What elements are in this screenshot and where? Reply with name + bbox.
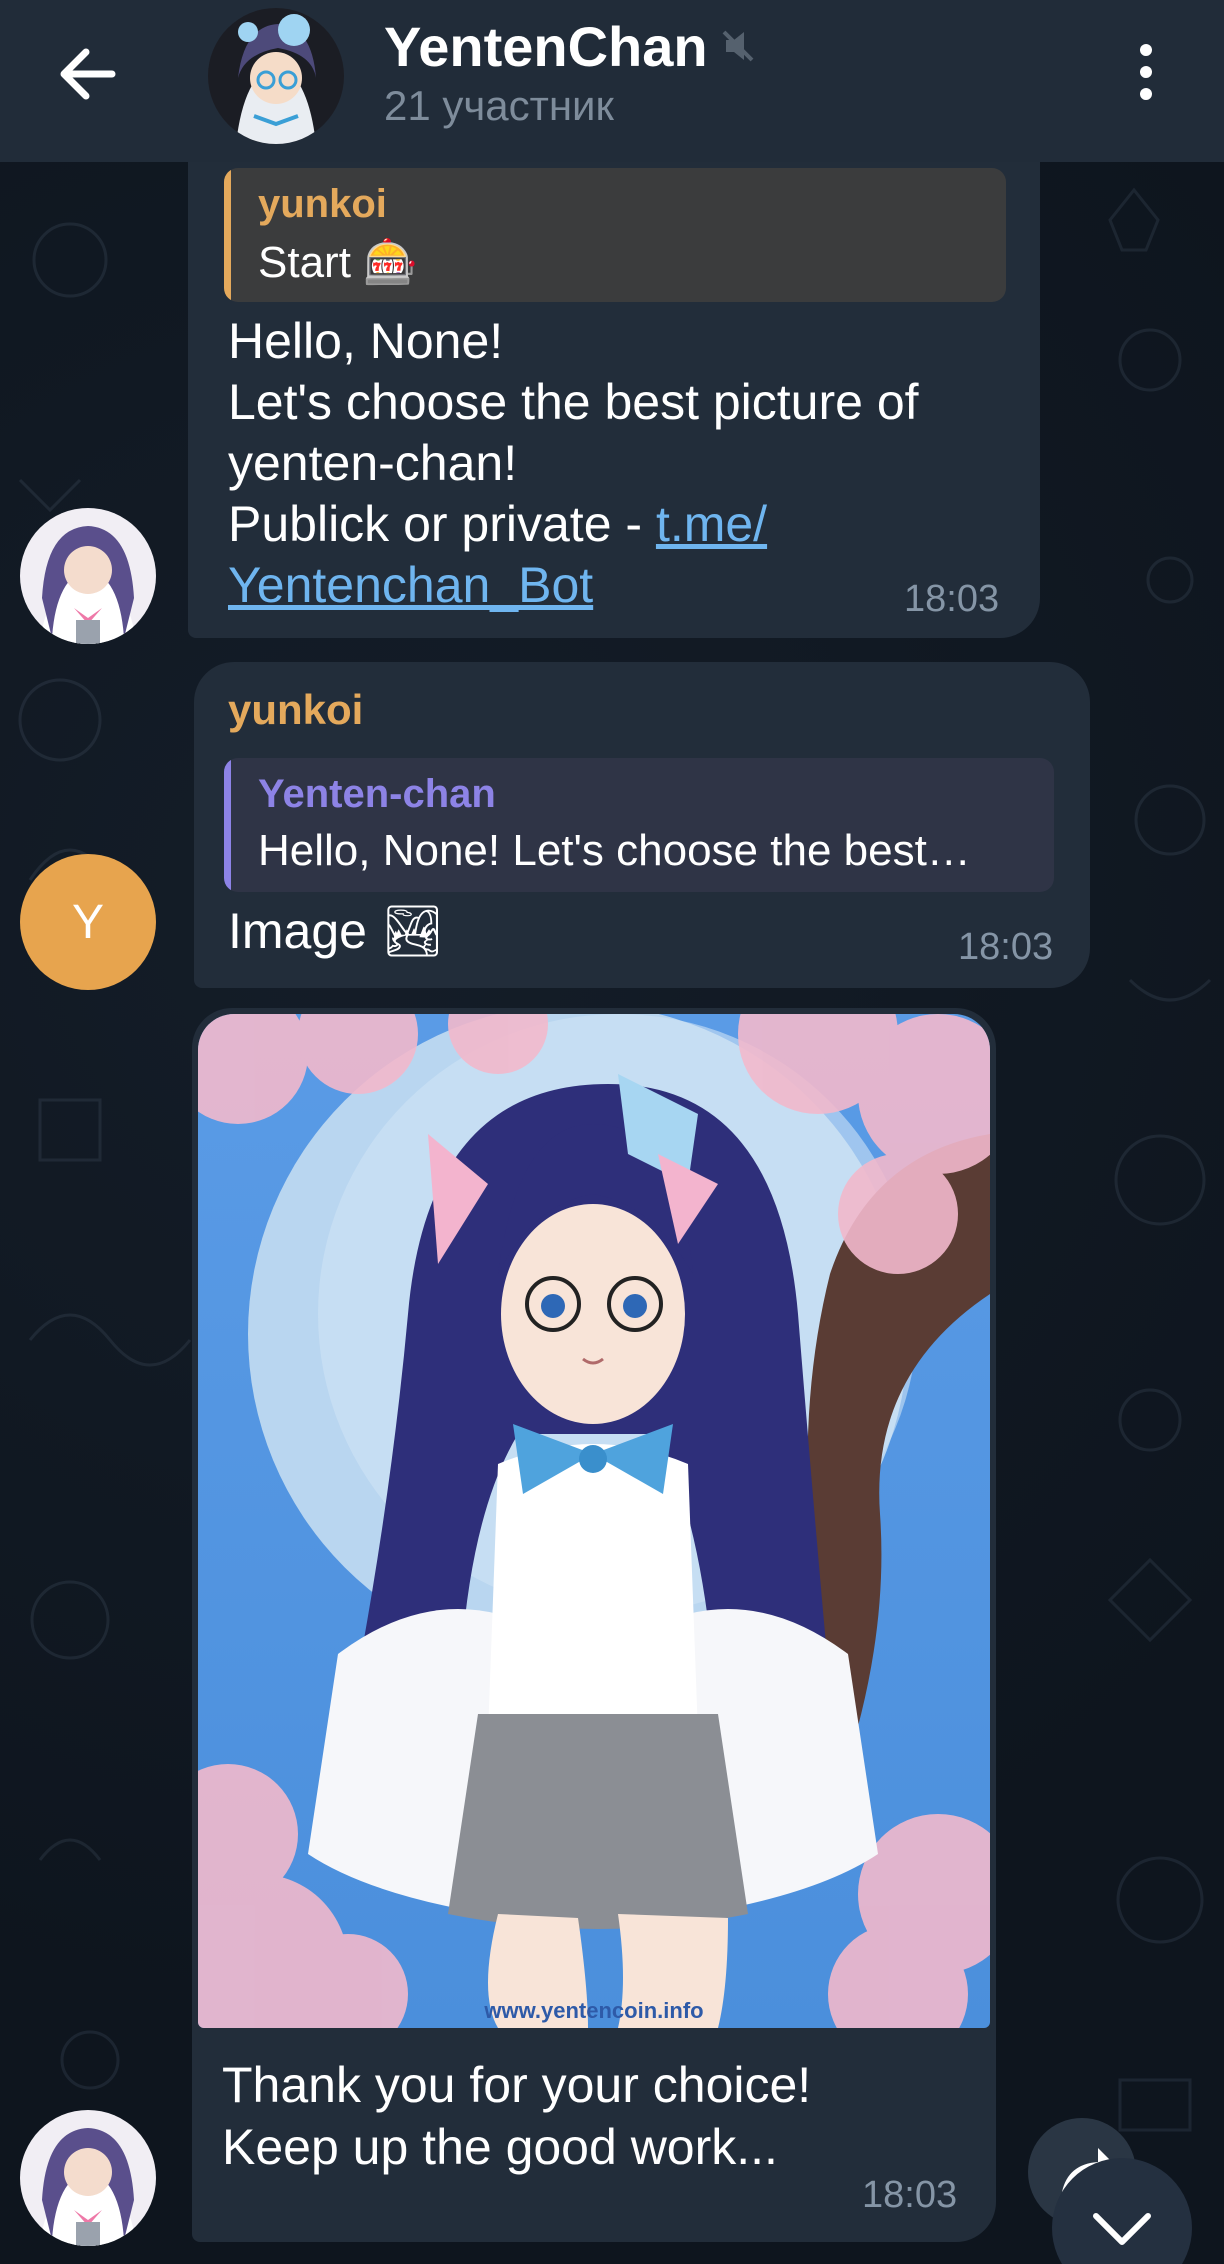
mute-icon (722, 30, 754, 62)
bot-avatar[interactable] (20, 508, 156, 644)
message-time: 18:03 (904, 578, 1000, 620)
reply-accent-bar (224, 168, 231, 302)
message-text-line: yenten-chan! (228, 435, 518, 491)
bot-avatar[interactable] (20, 2110, 156, 2246)
message-photo[interactable]: www.yentencoin.info (198, 1014, 990, 2028)
reply-quote[interactable]: yunkoi Start 🎰 (224, 168, 1006, 302)
avatar-letter: Y (71, 895, 104, 949)
message-text-line: Keep up the good work... (222, 2119, 778, 2175)
message-bubble-bot[interactable]: yunkoi Start 🎰 Hello, None! Let's choose… (188, 110, 1040, 638)
chat-avatar-image (208, 8, 344, 144)
reply-sender: yunkoi (258, 182, 387, 226)
photo-watermark: www.yentencoin.info (483, 1998, 703, 2023)
message-bubble-user[interactable]: yunkoi Yenten-chan Hello, None! Let's ch… (194, 662, 1090, 988)
bot-avatar-image (20, 508, 156, 644)
message-time: 18:03 (958, 926, 1054, 968)
reply-sender: Yenten-chan (258, 772, 496, 816)
reply-quote[interactable]: Yenten-chan Hello, None! Let's choose th… (224, 758, 1054, 892)
bot-avatar-image (20, 2110, 156, 2246)
anime-girl-image: www.yentencoin.info (198, 1014, 990, 2028)
user-avatar[interactable]: Y (20, 854, 156, 990)
more-menu-button[interactable] (1124, 36, 1168, 108)
member-count: 21 участник (384, 82, 614, 129)
back-button[interactable] (52, 38, 124, 110)
message-text-line: Thank you for your choice! (222, 2057, 812, 2113)
reply-text: Start 🎰 (258, 238, 418, 287)
message-text-line: Publick or private - t.me/ (228, 495, 767, 553)
message-text-line: Hello, None! (228, 313, 504, 369)
chat-avatar[interactable] (208, 8, 344, 144)
message-text: Publick or private - (228, 496, 656, 552)
more-vertical-icon (1140, 44, 1152, 100)
chevron-down-icon (1093, 2213, 1151, 2245)
sender-name[interactable]: yunkoi (228, 686, 363, 734)
message-text: Image 🏞 (228, 903, 445, 959)
bot-link[interactable]: t.me/ (656, 496, 767, 552)
message-text-line: Let's choose the best picture of (228, 374, 919, 430)
reply-text: Hello, None! Let's choose the best… (258, 826, 971, 875)
reply-accent-bar (224, 758, 231, 892)
bot-link[interactable]: Yentenchan_Bot (228, 556, 593, 614)
scroll-down-button[interactable] (1052, 2158, 1192, 2264)
chat-title[interactable]: YentenChan (384, 14, 708, 79)
chat-screen: YentenChan 21 участник yunkoi Start 🎰 He… (0, 0, 1224, 2264)
chat-header: YentenChan 21 участник (0, 0, 1224, 162)
message-time: 18:03 (862, 2174, 958, 2216)
arrow-left-icon (60, 48, 116, 100)
